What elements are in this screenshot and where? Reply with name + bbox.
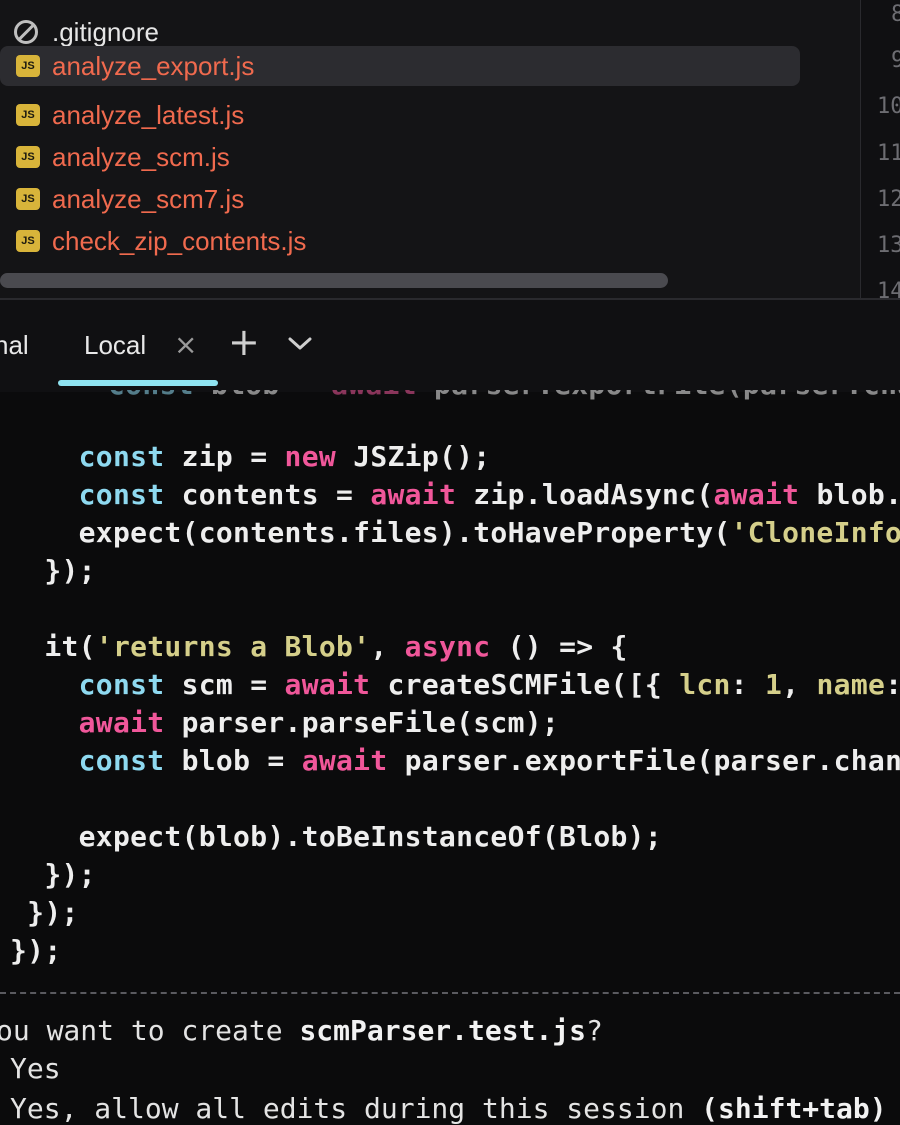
chevron-down-icon[interactable] [288, 336, 312, 356]
js-file-icon: JS [16, 146, 40, 168]
line-number: 14 [877, 279, 900, 298]
file-name: analyze_scm7.js [52, 183, 245, 214]
code-line: expect(blob).toBeInstanceOf(Blob); [10, 820, 662, 853]
code-line: }); [10, 858, 96, 891]
js-file-icon: JS [16, 55, 40, 77]
code-line: it('returns a Blob', async () => { [10, 630, 628, 663]
code-line: }); [10, 934, 62, 967]
line-number-gutter: 8 9 10 11 12 13 14 [860, 0, 900, 298]
close-icon[interactable]: × [174, 328, 197, 361]
file-item-analyze-scm[interactable]: JS analyze_scm.js [0, 137, 800, 177]
tab-local[interactable]: Local [84, 330, 146, 361]
js-file-icon: JS [16, 230, 40, 252]
gitignore-icon [14, 20, 38, 44]
file-name: analyze_export.js [52, 50, 255, 81]
line-number: 12 [877, 187, 900, 212]
code-line: await parser.parseFile(scm); [78, 706, 560, 739]
js-file-icon: JS [16, 104, 40, 126]
create-file-question: ou want to create scmParser.test.js? [0, 1014, 603, 1047]
line-number: 9 [891, 48, 900, 73]
plus-icon[interactable]: + [228, 320, 260, 364]
code-line-clipped: const blob = await parser.exportFile(par… [108, 390, 900, 401]
line-number: 10 [877, 94, 900, 119]
option-yes[interactable]: Yes [10, 1052, 61, 1085]
line-number: 13 [877, 233, 900, 258]
file-item-analyze-latest[interactable]: JS analyze_latest.js [0, 95, 800, 135]
js-file-icon: JS [16, 188, 40, 210]
file-name: .gitignore [52, 16, 159, 47]
line-number: 8 [891, 2, 900, 27]
file-item-analyze-scm7[interactable]: JS analyze_scm7.js [0, 179, 800, 219]
code-line: const contents = await zip.loadAsync(awa… [78, 478, 900, 511]
line-number: 11 [877, 141, 900, 166]
code-line: expect(contents.files).toHaveProperty('C… [10, 516, 900, 549]
code-line: const blob = await parser.exportFile(par… [78, 744, 900, 777]
file-item-analyze-export[interactable]: JS analyze_export.js [0, 46, 800, 86]
file-explorer: .gitignore JS analyze_export.js JS analy… [0, 0, 860, 298]
prompt-divider [0, 992, 900, 994]
code-line: }); [10, 896, 79, 929]
code-line: }); [10, 554, 96, 587]
active-tab-indicator [58, 380, 218, 386]
file-name: check_zip_contents.js [52, 225, 307, 256]
tab-terminal[interactable]: nal [0, 330, 29, 361]
file-name: analyze_scm.js [52, 141, 230, 172]
horizontal-scrollbar[interactable] [0, 273, 668, 288]
file-name: analyze_latest.js [52, 99, 245, 130]
file-item-check-zip-contents[interactable]: JS check_zip_contents.js [0, 221, 800, 261]
option-allow-all-edits[interactable]: Yes, allow all edits during this session… [10, 1092, 887, 1125]
code-line: const zip = new JSZip(); [78, 440, 491, 473]
code-line: const scm = await createSCMFile([{ lcn: … [78, 668, 900, 701]
terminal-tab-bar: nal Local × + [0, 298, 900, 392]
